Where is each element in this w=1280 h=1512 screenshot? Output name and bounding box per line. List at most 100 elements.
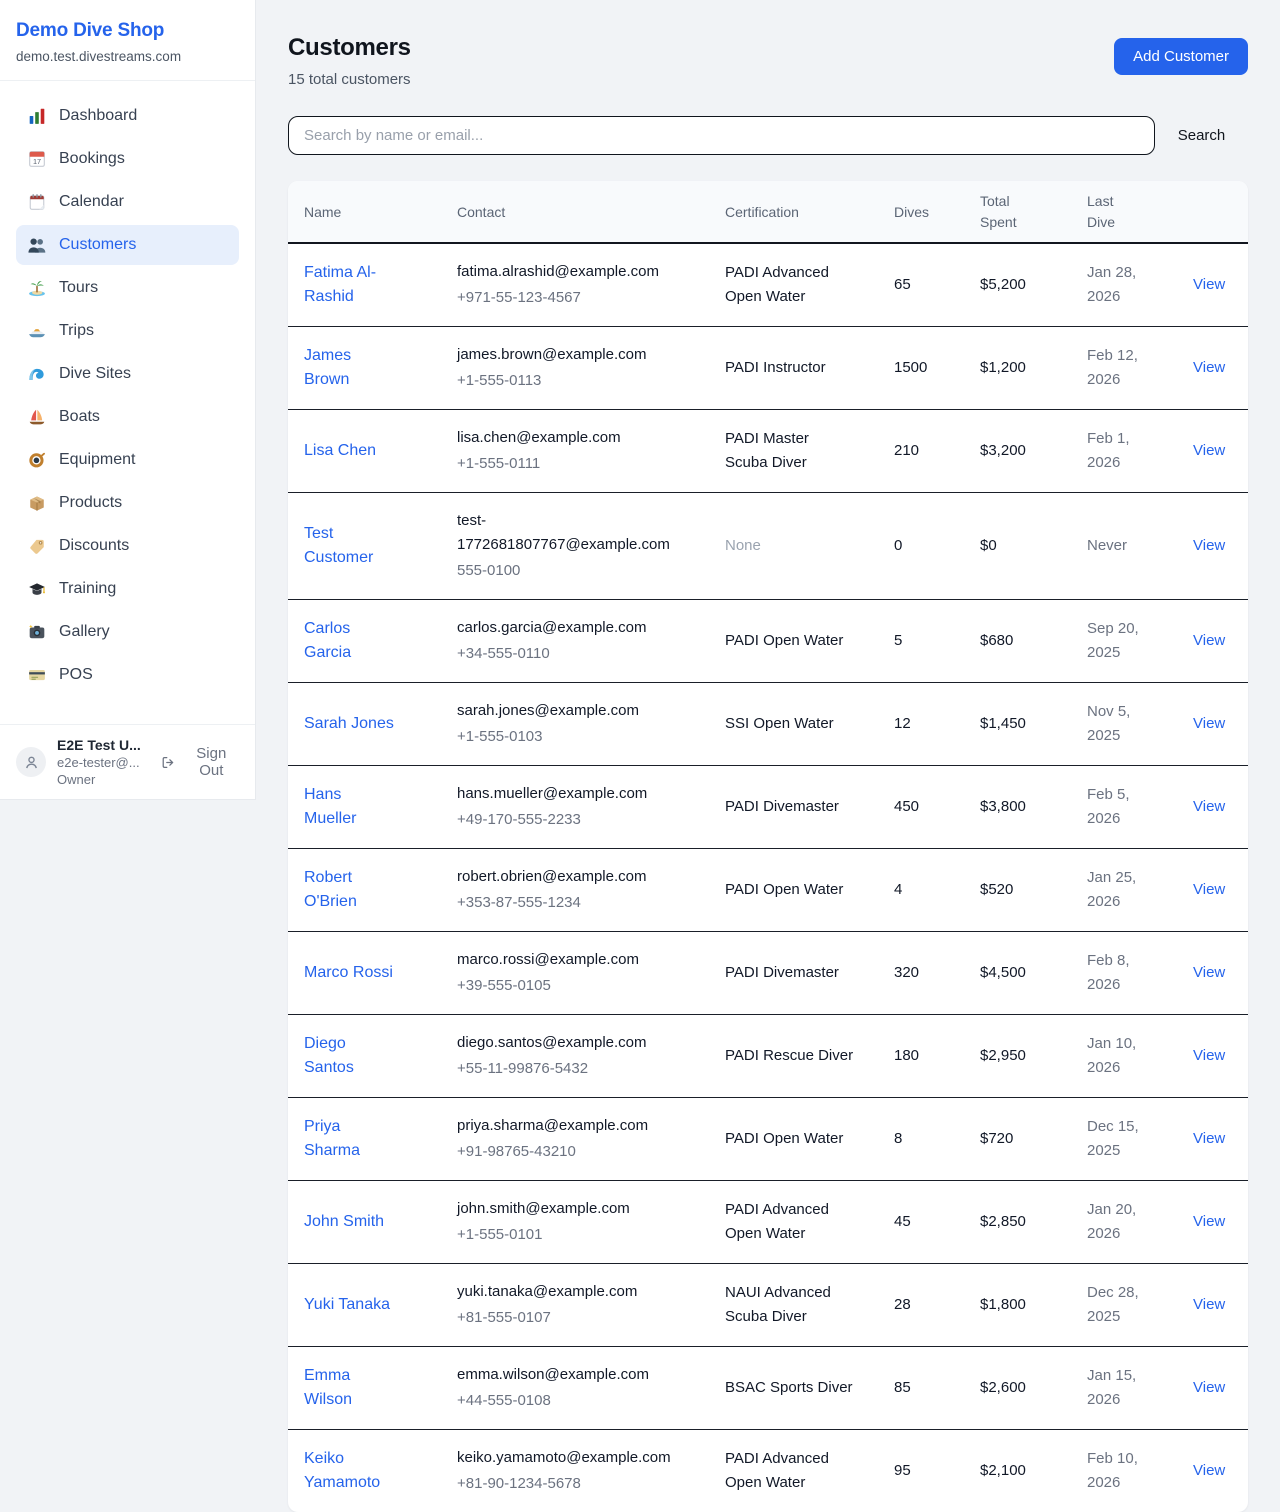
customer-phone: +1-555-0103 bbox=[457, 725, 693, 749]
table-row: Diego Santos diego.santos@example.com +5… bbox=[288, 1015, 1248, 1098]
svg-text:17: 17 bbox=[33, 157, 41, 166]
last-dive-value: Jan 25, 2026 bbox=[1087, 866, 1157, 914]
sidebar-item-trips[interactable]: Trips bbox=[16, 311, 239, 351]
certification-value: PADI Advanced Open Water bbox=[725, 261, 855, 309]
sidebar-item-bookings[interactable]: 17 Bookings bbox=[16, 139, 239, 179]
customer-name-link[interactable]: Robert O'Brien bbox=[304, 866, 396, 914]
column-header-certification: Certification bbox=[709, 181, 878, 243]
customer-name-link[interactable]: Emma Wilson bbox=[304, 1364, 396, 1412]
customer-phone: +49-170-555-2233 bbox=[457, 808, 693, 832]
column-header-total-spent: Total Spent bbox=[964, 181, 1071, 243]
total-spent-value: $720 bbox=[964, 1098, 1071, 1181]
search-input[interactable] bbox=[288, 116, 1155, 155]
sidebar-item-customers[interactable]: Customers bbox=[16, 225, 239, 265]
total-spent-value: $2,850 bbox=[964, 1181, 1071, 1264]
sailboat-icon bbox=[28, 408, 46, 426]
add-customer-button[interactable]: Add Customer bbox=[1114, 38, 1248, 75]
table-row: Yuki Tanaka yuki.tanaka@example.com +81-… bbox=[288, 1264, 1248, 1347]
table-row: Sarah Jones sarah.jones@example.com +1-5… bbox=[288, 683, 1248, 766]
last-dive-value: Feb 5, 2026 bbox=[1087, 783, 1157, 831]
sidebar-item-calendar[interactable]: Calendar bbox=[16, 182, 239, 222]
shop-domain: demo.test.divestreams.com bbox=[16, 49, 239, 64]
tag-icon bbox=[28, 537, 46, 555]
sidebar-item-label: Products bbox=[59, 494, 122, 512]
dive-mask-icon bbox=[28, 451, 46, 469]
user-info: E2E Test U... e2e-tester@... Owner bbox=[57, 737, 150, 787]
dives-value: 12 bbox=[878, 683, 964, 766]
view-link[interactable]: View bbox=[1193, 276, 1225, 293]
bar-chart-icon bbox=[28, 107, 46, 125]
customer-email: robert.obrien@example.com bbox=[457, 865, 693, 889]
sidebar-item-label: Gallery bbox=[59, 623, 110, 641]
customer-name-link[interactable]: Sarah Jones bbox=[304, 712, 394, 736]
view-link[interactable]: View bbox=[1193, 881, 1225, 898]
sidebar-item-products[interactable]: Products bbox=[16, 483, 239, 523]
sign-out-button[interactable]: Sign Out bbox=[161, 745, 239, 779]
customer-name-link[interactable]: Marco Rossi bbox=[304, 961, 393, 985]
user-email: e2e-tester@... bbox=[57, 755, 150, 770]
customer-email: test-1772681807767@example.com bbox=[457, 509, 693, 557]
certification-value: NAUI Advanced Scuba Diver bbox=[725, 1281, 855, 1329]
search-button[interactable]: Search bbox=[1155, 127, 1248, 144]
customer-name-link[interactable]: Test Customer bbox=[304, 522, 396, 570]
view-link[interactable]: View bbox=[1193, 1379, 1225, 1396]
dives-value: 180 bbox=[878, 1015, 964, 1098]
sidebar-item-label: Bookings bbox=[59, 150, 125, 168]
view-link[interactable]: View bbox=[1193, 1462, 1225, 1479]
sidebar-item-equipment[interactable]: Equipment bbox=[16, 440, 239, 480]
total-spent-value: $2,600 bbox=[964, 1347, 1071, 1430]
total-spent-value: $3,200 bbox=[964, 410, 1071, 493]
sidebar-item-label: Trips bbox=[59, 322, 94, 340]
view-link[interactable]: View bbox=[1193, 632, 1225, 649]
sidebar-item-dashboard[interactable]: Dashboard bbox=[16, 96, 239, 136]
customer-name-link[interactable]: Hans Mueller bbox=[304, 783, 396, 831]
total-spent-value: $1,200 bbox=[964, 327, 1071, 410]
total-spent-value: $680 bbox=[964, 600, 1071, 683]
view-link[interactable]: View bbox=[1193, 964, 1225, 981]
dives-value: 210 bbox=[878, 410, 964, 493]
view-link[interactable]: View bbox=[1193, 798, 1225, 815]
certification-value: PADI Open Water bbox=[725, 878, 843, 902]
sidebar-item-pos[interactable]: POS bbox=[16, 655, 239, 695]
customer-name-link[interactable]: John Smith bbox=[304, 1210, 384, 1234]
view-link[interactable]: View bbox=[1193, 537, 1225, 554]
sidebar-item-label: Boats bbox=[59, 408, 100, 426]
table-row: Robert O'Brien robert.obrien@example.com… bbox=[288, 849, 1248, 932]
sidebar-user-footer: E2E Test U... e2e-tester@... Owner Sign … bbox=[0, 724, 255, 799]
sidebar-item-dive-sites[interactable]: Dive Sites bbox=[16, 354, 239, 394]
view-link[interactable]: View bbox=[1193, 359, 1225, 376]
customer-phone: +81-555-0107 bbox=[457, 1306, 693, 1330]
dives-value: 8 bbox=[878, 1098, 964, 1181]
sidebar-item-tours[interactable]: Tours bbox=[16, 268, 239, 308]
sidebar-item-boats[interactable]: Boats bbox=[16, 397, 239, 437]
customer-name-link[interactable]: Fatima Al-Rashid bbox=[304, 261, 396, 309]
last-dive-value: Feb 10, 2026 bbox=[1087, 1447, 1157, 1495]
table-row: Keiko Yamamoto keiko.yamamoto@example.co… bbox=[288, 1430, 1248, 1512]
view-link[interactable]: View bbox=[1193, 1047, 1225, 1064]
dives-value: 85 bbox=[878, 1347, 964, 1430]
table-row: Fatima Al-Rashid fatima.alrashid@example… bbox=[288, 243, 1248, 327]
customer-name-link[interactable]: Carlos Garcia bbox=[304, 617, 396, 665]
certification-value: None bbox=[725, 534, 761, 558]
customer-name-link[interactable]: Lisa Chen bbox=[304, 439, 376, 463]
customer-name-link[interactable]: Priya Sharma bbox=[304, 1115, 396, 1163]
view-link[interactable]: View bbox=[1193, 715, 1225, 732]
customer-phone: +91-98765-43210 bbox=[457, 1140, 693, 1164]
view-link[interactable]: View bbox=[1193, 1130, 1225, 1147]
customer-name-link[interactable]: James Brown bbox=[304, 344, 396, 392]
sidebar-item-label: POS bbox=[59, 666, 93, 684]
main-content: Customers 15 total customers Add Custome… bbox=[256, 0, 1280, 1512]
sidebar-item-discounts[interactable]: Discounts bbox=[16, 526, 239, 566]
sidebar-header: Demo Dive Shop demo.test.divestreams.com bbox=[0, 0, 255, 81]
customer-name-link[interactable]: Keiko Yamamoto bbox=[304, 1447, 396, 1495]
customer-email: carlos.garcia@example.com bbox=[457, 616, 693, 640]
dives-value: 4 bbox=[878, 849, 964, 932]
view-link[interactable]: View bbox=[1193, 442, 1225, 459]
sidebar-item-training[interactable]: Training bbox=[16, 569, 239, 609]
view-link[interactable]: View bbox=[1193, 1213, 1225, 1230]
view-link[interactable]: View bbox=[1193, 1296, 1225, 1313]
customer-name-link[interactable]: Diego Santos bbox=[304, 1032, 396, 1080]
sidebar-item-gallery[interactable]: Gallery bbox=[16, 612, 239, 652]
column-header-actions bbox=[1177, 181, 1248, 243]
customer-name-link[interactable]: Yuki Tanaka bbox=[304, 1293, 390, 1317]
